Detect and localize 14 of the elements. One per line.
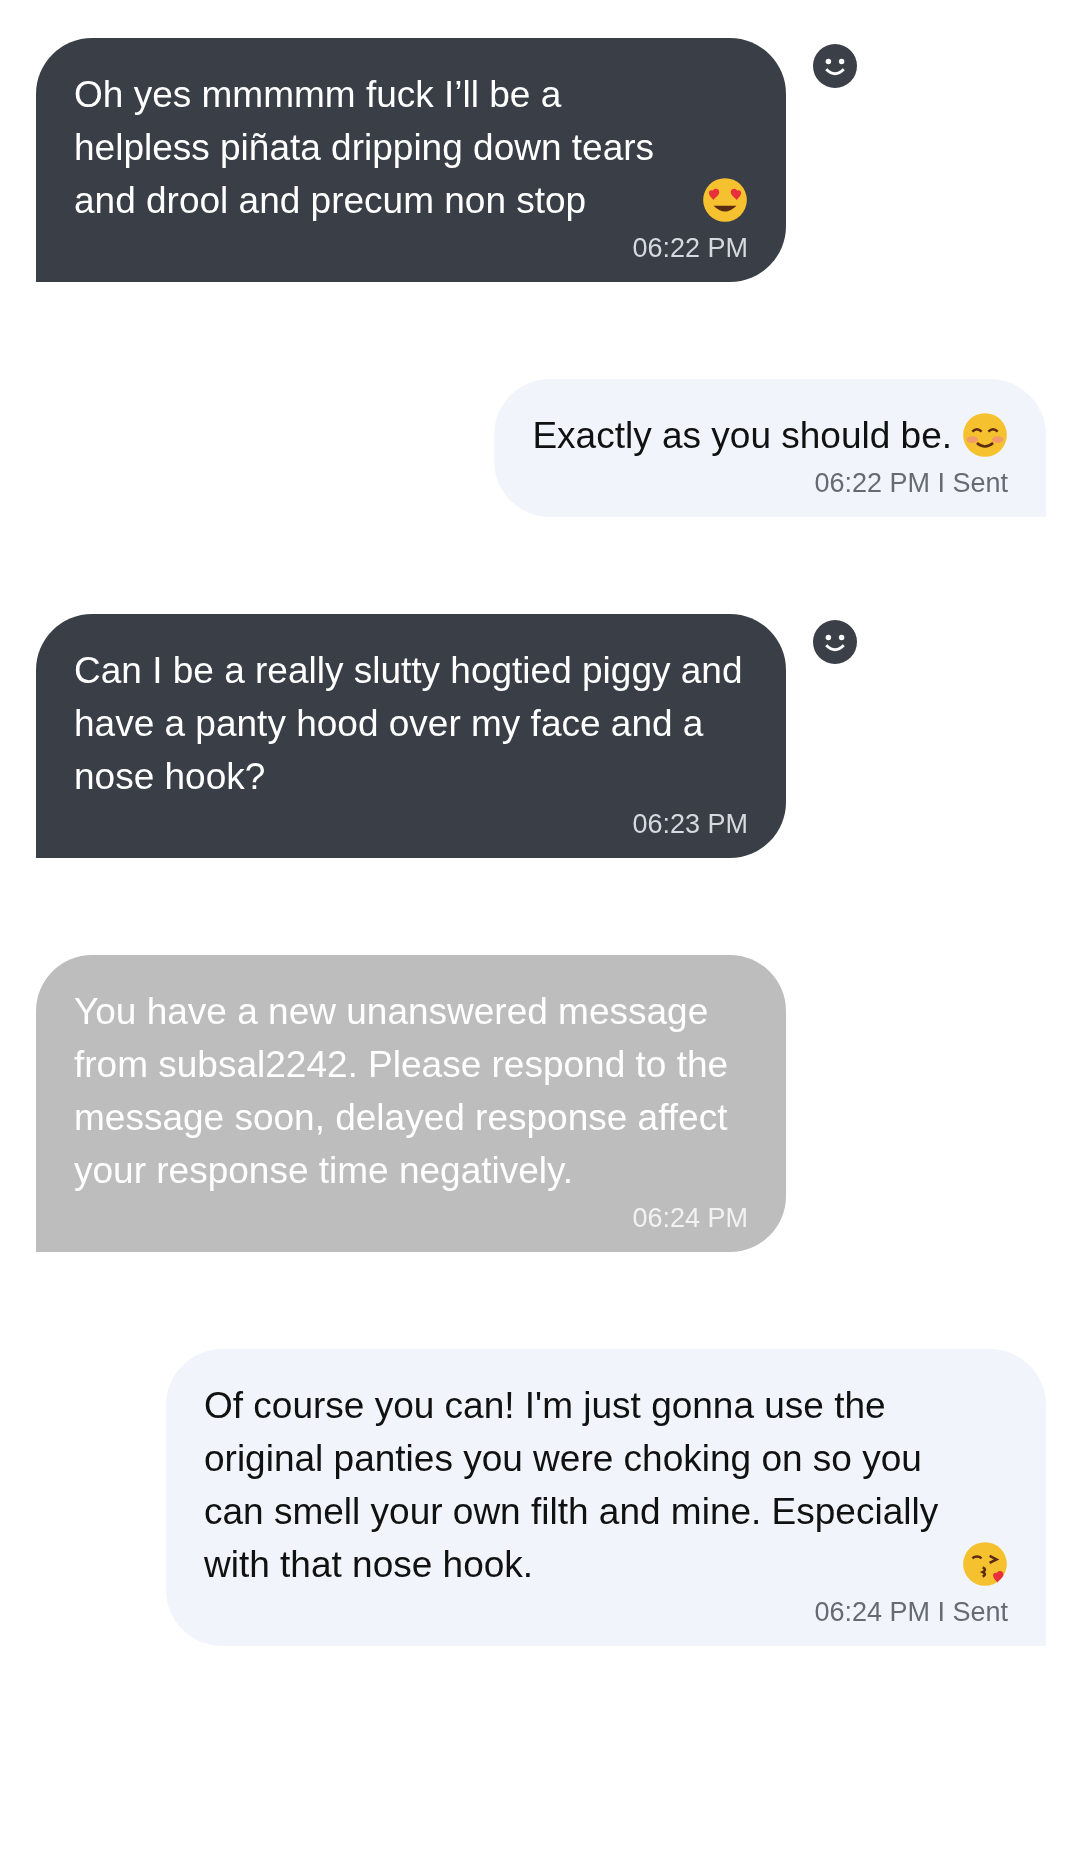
message-text: Can I be a really slutty hogtied piggy and have a panty hood over my face and a nose hook? — [74, 649, 744, 799]
heart-eyes-emoji-icon — [702, 177, 748, 223]
message-timestamp: 06:24 PM I Sent — [813, 1597, 1008, 1628]
message-text: Of course you can! I'm just gonna use the original panties you were choking on so you can smell your own filth and mine. Especially with that nose hook. — [204, 1384, 940, 1587]
message-text: Exactly as you should be. — [532, 414, 952, 458]
smiley-icon[interactable] — [813, 44, 857, 88]
message-text: Oh yes mmmmm fuck I’ll be a helpless piñata dripping down tears and drool and precum non stop — [74, 73, 656, 223]
message-text: You have a new unanswered message from subsal2242. Please respond to the message soon, delayed response affect your response time negatively. — [74, 990, 730, 1193]
blushing-smile-emoji-icon — [962, 412, 1008, 458]
message-timestamp: 06:22 PM — [631, 233, 748, 264]
message-timestamp: 06:22 PM I Sent — [813, 468, 1008, 499]
smiley-icon[interactable] — [813, 620, 857, 664]
message-timestamp: 06:23 PM — [631, 809, 748, 840]
kissing-face-emoji-icon — [962, 1541, 1008, 1587]
